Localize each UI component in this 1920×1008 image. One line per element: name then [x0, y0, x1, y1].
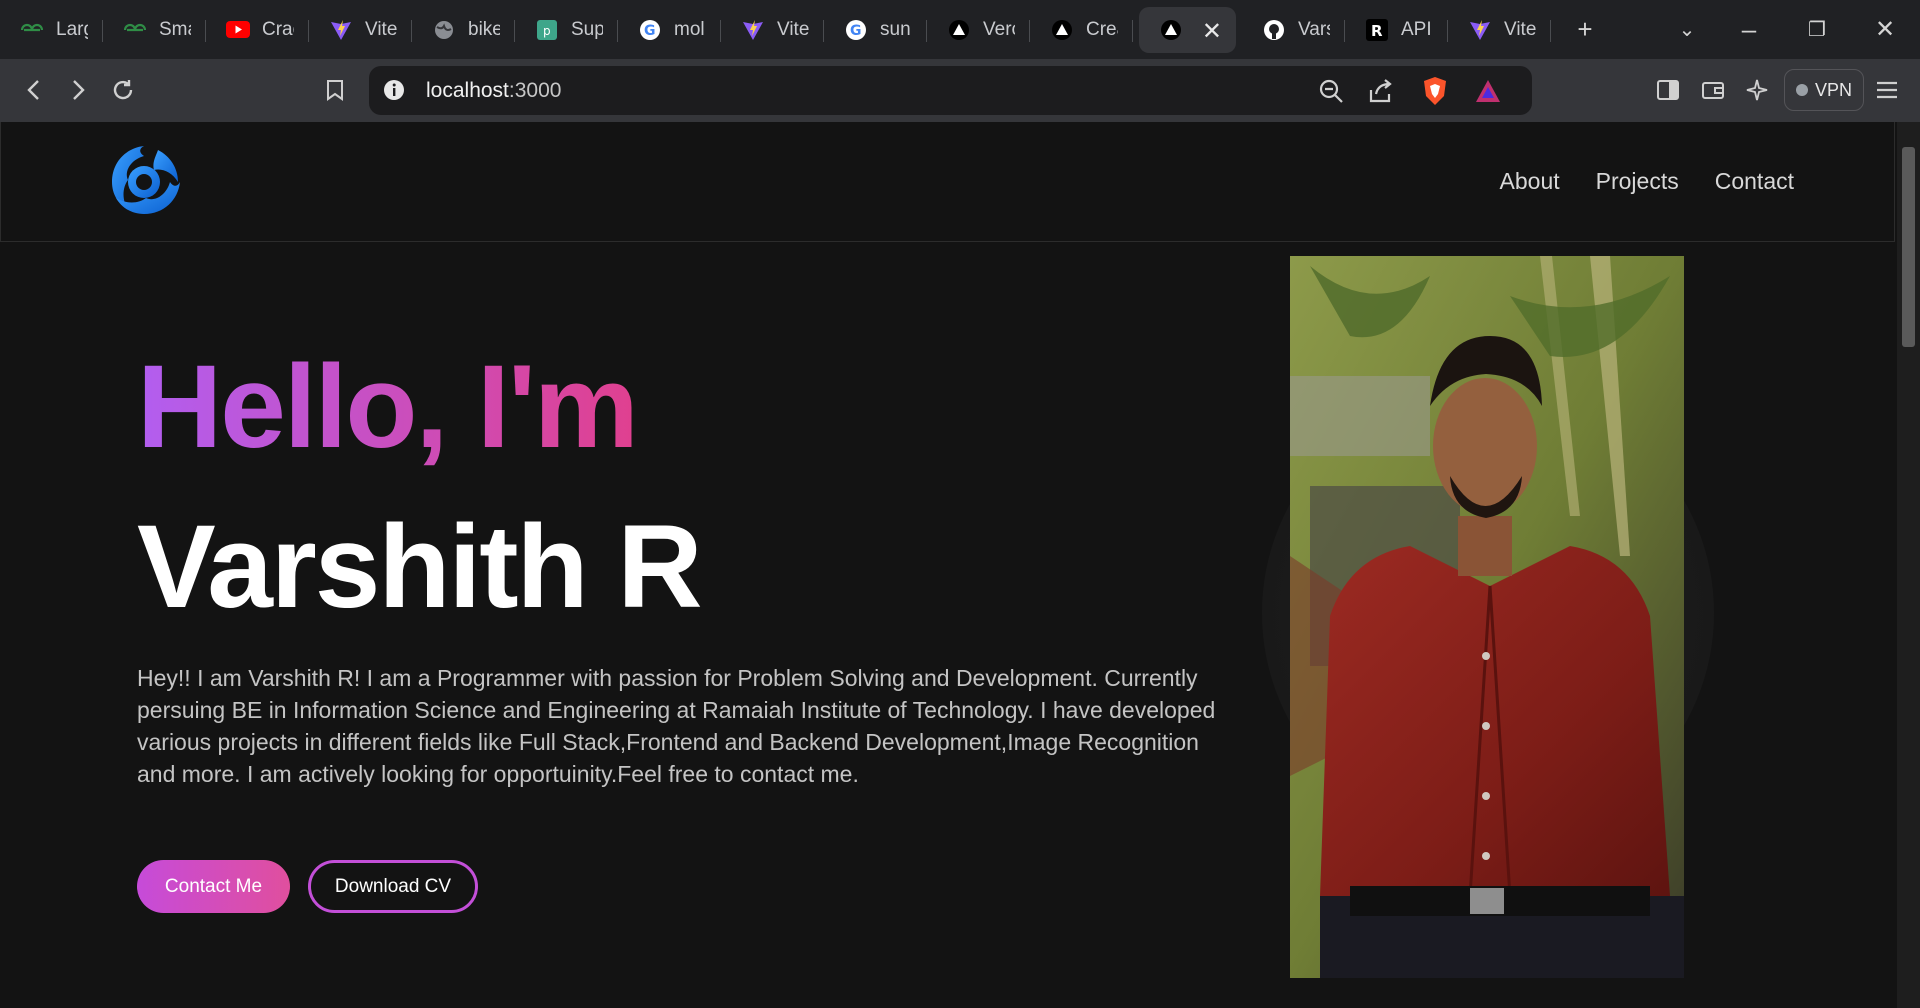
tab-title: API	[1401, 18, 1432, 40]
vercel-icon	[947, 18, 971, 42]
back-icon[interactable]	[17, 73, 51, 107]
browser-tab[interactable]: Sma	[103, 7, 206, 53]
zoom-icon[interactable]	[1318, 78, 1344, 109]
brave-rewards-icon[interactable]	[1474, 78, 1502, 109]
svg-text:p: p	[543, 24, 551, 38]
site-logo-icon[interactable]	[104, 142, 184, 222]
wallet-icon[interactable]	[1696, 73, 1730, 107]
download-cv-button[interactable]: Download CV	[308, 860, 478, 913]
browser-tab[interactable]: G mol	[618, 7, 721, 53]
svg-text:G: G	[850, 23, 862, 39]
site-info-icon[interactable]	[383, 79, 405, 101]
tab-title: Sup	[571, 18, 603, 40]
url-text: localhost:3000	[426, 79, 561, 103]
sidebar-toggle-icon[interactable]	[1651, 73, 1685, 107]
svg-text:G: G	[644, 23, 656, 39]
tab-title: Vite	[1504, 18, 1536, 40]
vercel-icon	[1159, 18, 1183, 42]
url-host: localhost	[426, 79, 509, 102]
leo-ai-icon[interactable]	[1740, 73, 1774, 107]
browser-tab[interactable]: Vite	[309, 7, 412, 53]
vpn-label: VPN	[1814, 79, 1852, 100]
page-scrollbar[interactable]	[1897, 122, 1920, 1008]
address-bar[interactable]: localhost:3000	[369, 66, 1532, 115]
vite-icon	[1468, 18, 1492, 42]
tab-search-chevron-icon[interactable]: ⌄	[1670, 11, 1704, 47]
tab-title: bike	[468, 18, 500, 40]
globe-icon	[432, 18, 456, 42]
minimize-icon[interactable]: –	[1732, 11, 1766, 47]
vite-icon	[741, 18, 765, 42]
pdf-icon: p	[535, 18, 559, 42]
tab-title: mol	[674, 18, 705, 40]
google-icon: G	[844, 18, 868, 42]
browser-tab[interactable]: bike	[412, 7, 515, 53]
browser-tab[interactable]: p Sup	[515, 7, 618, 53]
svg-text:R: R	[1371, 22, 1383, 40]
tab-title: Verc	[983, 18, 1015, 40]
tab-title: Larg	[56, 18, 88, 40]
brave-shields-icon[interactable]	[1422, 76, 1448, 111]
browser-tab-strip: Larg Sma Crac Vite bike p Sup G mol Vite…	[0, 0, 1920, 59]
hero-greeting: Hello, I'm	[137, 337, 639, 479]
hero-bio: Hey!! I am Varshith R! I am a Programmer…	[137, 665, 1216, 787]
page-viewport: About Projects Contact Hello, I'm Varshi…	[0, 122, 1897, 1008]
vpn-button[interactable]: VPN	[1784, 69, 1864, 111]
nav-link-contact[interactable]: Contact	[1715, 168, 1794, 195]
tab-title: Crea	[1086, 18, 1118, 40]
browser-tab[interactable]: Vars	[1242, 7, 1345, 53]
nav-link-about[interactable]: About	[1500, 168, 1560, 195]
bookmark-icon[interactable]	[318, 73, 352, 107]
browser-tab[interactable]: R API	[1345, 7, 1448, 53]
browser-toolbar: localhost:3000 VPN	[0, 59, 1920, 123]
scrollbar-thumb[interactable]	[1902, 147, 1915, 347]
profile-photo	[1290, 256, 1684, 978]
tab-title: Sma	[159, 18, 191, 40]
url-port: :3000	[508, 79, 562, 102]
browser-tab[interactable]: Verc	[927, 7, 1030, 53]
browser-tab[interactable]: Crea	[1030, 7, 1133, 53]
google-icon: G	[638, 18, 662, 42]
r-icon: R	[1365, 18, 1389, 42]
vite-icon	[329, 18, 353, 42]
tab-title: Vite	[777, 18, 809, 40]
nav-link-projects[interactable]: Projects	[1596, 168, 1679, 195]
github-icon	[1262, 18, 1286, 42]
geeksforgeeks-icon	[123, 18, 147, 42]
browser-tab[interactable]: G sun	[824, 7, 927, 53]
tab-title: Vite	[365, 18, 397, 40]
browser-tab[interactable]: Vite	[1448, 7, 1551, 53]
vpn-status-dot	[1795, 84, 1808, 96]
new-tab-button[interactable]: +	[1570, 11, 1600, 47]
geeksforgeeks-icon	[20, 18, 44, 42]
reload-icon[interactable]	[106, 73, 140, 107]
close-tab-icon[interactable]: ✕	[1202, 17, 1222, 46]
window-close-icon[interactable]: ✕	[1868, 11, 1902, 47]
browser-tab-active[interactable]: ✕	[1139, 6, 1236, 53]
contact-me-button[interactable]: Contact Me	[137, 860, 290, 913]
share-icon[interactable]	[1368, 78, 1394, 109]
vercel-icon	[1050, 18, 1074, 42]
site-navbar: About Projects Contact	[0, 122, 1895, 242]
youtube-icon	[226, 18, 250, 42]
forward-icon[interactable]	[61, 73, 95, 107]
menu-icon[interactable]	[1870, 73, 1904, 107]
browser-tab[interactable]: Crac	[206, 7, 309, 53]
restore-icon[interactable]: ❐	[1800, 11, 1834, 47]
site-nav-links: About Projects Contact	[1500, 168, 1794, 195]
browser-tab[interactable]: Vite	[721, 7, 824, 53]
tab-title: Crac	[262, 18, 294, 40]
tab-title: sun	[880, 18, 911, 40]
tab-title: Vars	[1298, 18, 1330, 40]
hero-name: Varshith R	[137, 501, 703, 633]
browser-tab[interactable]: Larg	[0, 7, 103, 53]
